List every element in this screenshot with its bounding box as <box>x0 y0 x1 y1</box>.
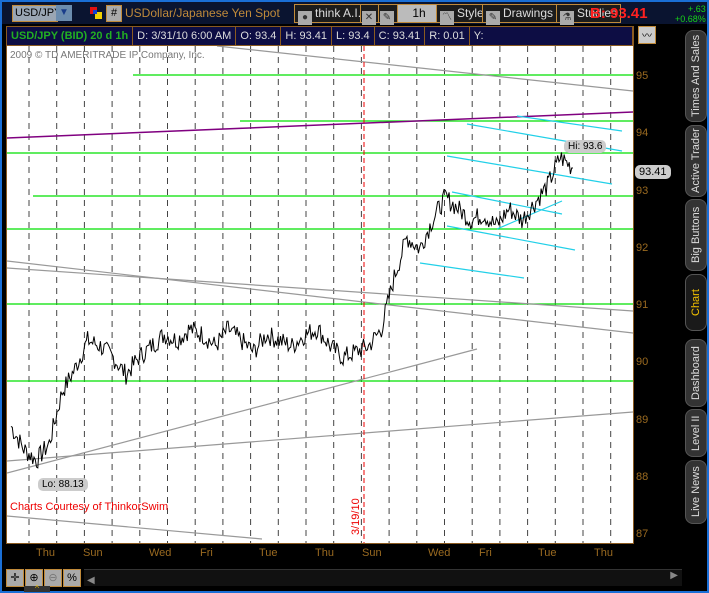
price-tick: 90 <box>636 356 649 369</box>
symbol-description: USDollar/Japanese Yen Spot <box>125 6 280 20</box>
bar-y: Y: <box>470 27 633 45</box>
bar-close: C: 93.41 <box>375 27 426 45</box>
lo-label: Lo: 88.13 <box>38 478 88 491</box>
crosshair-button[interactable]: ✛ <box>6 569 24 587</box>
trendlines-gray <box>7 46 633 540</box>
chevron-down-icon[interactable]: ▼ <box>56 5 72 21</box>
tab-times-and-sales[interactable]: Times And Sales <box>685 30 707 122</box>
percent-button[interactable]: % <box>63 569 81 587</box>
time-tick: Thu <box>315 547 334 559</box>
time-tick: Wed <box>428 547 451 559</box>
drawings-label: Drawings <box>503 6 554 20</box>
last-price-label: 93.41 <box>635 165 671 179</box>
hi-label: Hi: 93.6 <box>564 140 607 153</box>
bar-high: H: 93.41 <box>281 27 333 45</box>
scroll-left-icon[interactable]: ◀ <box>84 575 95 586</box>
toolbar: USD/JPY ▼ # USDollar/Japanese Yen Spot ●… <box>2 2 707 25</box>
settings-button[interactable]: ✎ <box>378 4 399 25</box>
courtesy-text: Charts Courtesy of ThinkorSwim <box>10 501 168 513</box>
drawings-button[interactable]: ✎ Drawings <box>482 4 558 25</box>
bar-info: USD/JPY (BID) 20 d 1h D: 3/31/10 6:00 AM… <box>6 26 634 46</box>
globe-icon: ● <box>298 11 312 25</box>
chart-plot[interactable]: 2009 © TD AMERITRADE IP Company, Inc. Ch… <box>7 46 633 543</box>
price-tick: 88 <box>636 470 649 483</box>
bid-price: B: 93.41 <box>590 5 648 22</box>
change-value: +.63 <box>688 4 706 14</box>
time-tick: Tue <box>259 547 278 559</box>
tab-dashboard[interactable]: Dashboard <box>685 339 707 407</box>
think-ai-button[interactable]: ● think A.I. <box>294 4 366 25</box>
chart-settings-icon[interactable]: 〰 <box>638 26 656 44</box>
time-tick: Fri <box>479 547 492 559</box>
chart-style-icon: 〽 <box>440 11 454 25</box>
pencil-icon: ✎ <box>486 11 500 25</box>
time-tick: Sun <box>83 547 103 559</box>
change-percent: +0.68% <box>675 14 706 24</box>
scroll-right-icon[interactable]: ▶ <box>670 570 678 581</box>
time-tick: Wed <box>149 547 172 559</box>
bar-range: R: 0.01 <box>425 27 470 45</box>
bar-open: O: 93.4 <box>236 27 282 45</box>
horizontal-scrollbar[interactable]: ◀ ▶ <box>84 569 682 586</box>
wrench-icon: ✎ <box>380 11 394 25</box>
price-chart[interactable]: 2009 © TD AMERITRADE IP Company, Inc. Ch… <box>6 45 634 544</box>
tab-big-buttons[interactable]: Big Buttons <box>685 199 707 271</box>
time-tick: Tue <box>538 547 557 559</box>
price-tick: 94 <box>636 127 649 140</box>
style-button[interactable]: 〽 Style <box>436 4 488 25</box>
link-color-icon[interactable] <box>90 7 102 19</box>
price-tick: 91 <box>636 299 649 311</box>
price-tick: 87 <box>636 528 649 540</box>
time-tick: Fri <box>200 547 213 559</box>
symbol-input[interactable]: USD/JPY <box>12 5 61 22</box>
bar-low: L: 93.4 <box>332 27 375 45</box>
flask-icon: ⚗ <box>560 11 574 25</box>
time-tick: Thu <box>36 547 55 559</box>
price-tick: 92 <box>636 241 649 254</box>
zoom-in-button[interactable]: ⊕ <box>25 569 43 587</box>
time-tick: Sun <box>362 547 382 559</box>
style-label: Style <box>457 6 484 20</box>
tab-active-trader[interactable]: Active Trader <box>685 125 707 197</box>
think-ai-label: think A.I. <box>315 6 362 20</box>
expand-icon[interactable]: ^ <box>24 585 50 593</box>
copyright: 2009 © TD AMERITRADE IP Company, Inc. <box>10 50 205 61</box>
price-tick: 89 <box>636 413 649 426</box>
price-tick: 95 <box>636 70 649 82</box>
tab-chart[interactable]: Chart <box>685 274 707 331</box>
time-tick: Thu <box>594 547 613 559</box>
tab-live-news[interactable]: Live News <box>685 460 707 524</box>
marker-date: 3/19/10 <box>350 498 362 535</box>
support-lines <box>7 74 633 382</box>
trendline-purple <box>7 111 633 139</box>
tab-level-ii[interactable]: Level II <box>685 409 707 457</box>
chart-title: USD/JPY (BID) 20 d 1h <box>7 27 134 45</box>
zoom-out-button[interactable]: ⊖ <box>44 569 62 587</box>
tools-icon: ✕ <box>362 11 376 25</box>
interval-button[interactable]: 1h <box>397 4 441 23</box>
chart-window: USD/JPY ▼ # USDollar/Japanese Yen Spot ●… <box>0 0 709 593</box>
bar-date: D: 3/31/10 6:00 AM <box>133 27 237 45</box>
change: +.63 +0.68% <box>675 4 706 24</box>
price-tick: 93 <box>636 184 649 197</box>
hash-button[interactable]: # <box>106 5 122 22</box>
